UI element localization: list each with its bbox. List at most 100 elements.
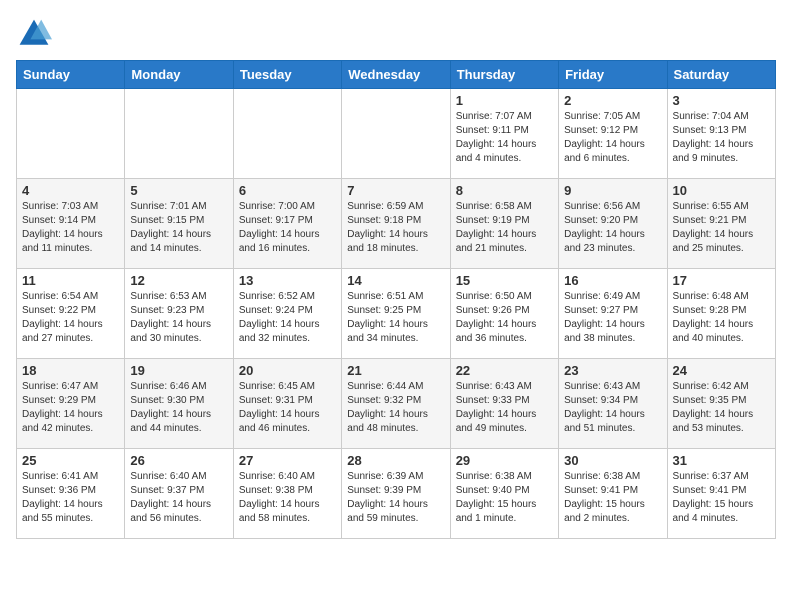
day-number: 17 [673,273,770,288]
day-info: Sunrise: 6:38 AM Sunset: 9:40 PM Dayligh… [456,470,553,526]
day-info: Sunrise: 6:40 AM Sunset: 9:38 PM Dayligh… [239,470,336,526]
calendar-cell: 15 Sunrise: 6:50 AM Sunset: 9:26 PM Dayli… [450,269,558,359]
day-info: Sunrise: 6:45 AM Sunset: 9:31 PM Dayligh… [239,380,336,436]
day-number: 7 [347,183,444,198]
calendar-cell [125,89,233,179]
day-number: 30 [564,453,661,468]
calendar-cell: 28 Sunrise: 6:39 AM Sunset: 9:39 PM Dayli… [342,449,450,539]
day-info: Sunrise: 6:53 AM Sunset: 9:23 PM Dayligh… [130,290,227,346]
calendar-cell: 2 Sunrise: 7:05 AM Sunset: 9:12 PM Daylig… [559,89,667,179]
page-header [16,16,776,52]
calendar-week-row: 18 Sunrise: 6:47 AM Sunset: 9:29 PM Dayli… [17,359,776,449]
calendar-cell: 7Sunrise: 6:59 AM Sunset: 9:18 PM Daylig… [342,179,450,269]
day-info: Sunrise: 6:43 AM Sunset: 9:34 PM Dayligh… [564,380,661,436]
day-number: 15 [456,273,553,288]
day-number: 6 [239,183,336,198]
calendar-cell [342,89,450,179]
day-info: Sunrise: 6:55 AM Sunset: 9:21 PM Dayligh… [673,200,770,256]
day-info: Sunrise: 7:03 AM Sunset: 9:14 PM Dayligh… [22,200,119,256]
day-info: Sunrise: 7:07 AM Sunset: 9:11 PM Dayligh… [456,110,553,166]
day-info: Sunrise: 6:58 AM Sunset: 9:19 PM Dayligh… [456,200,553,256]
day-number: 8 [456,183,553,198]
day-number: 31 [673,453,770,468]
day-number: 28 [347,453,444,468]
calendar-header-row: SundayMondayTuesdayWednesdayThursdayFrid… [17,61,776,89]
calendar-cell: 14Sunrise: 6:51 AM Sunset: 9:25 PM Dayli… [342,269,450,359]
calendar-week-row: 1 Sunrise: 7:07 AM Sunset: 9:11 PM Daylig… [17,89,776,179]
calendar-cell: 31 Sunrise: 6:37 AM Sunset: 9:41 PM Dayli… [667,449,775,539]
day-number: 29 [456,453,553,468]
day-number: 24 [673,363,770,378]
day-info: Sunrise: 6:52 AM Sunset: 9:24 PM Dayligh… [239,290,336,346]
calendar-cell: 16 Sunrise: 6:49 AM Sunset: 9:27 PM Dayli… [559,269,667,359]
day-number: 13 [239,273,336,288]
calendar-cell: 5Sunrise: 7:01 AM Sunset: 9:15 PM Daylig… [125,179,233,269]
calendar-cell: 9 Sunrise: 6:56 AM Sunset: 9:20 PM Daylig… [559,179,667,269]
calendar-cell [17,89,125,179]
day-number: 20 [239,363,336,378]
day-info: Sunrise: 6:42 AM Sunset: 9:35 PM Dayligh… [673,380,770,436]
calendar-cell: 6 Sunrise: 7:00 AM Sunset: 9:17 PM Daylig… [233,179,341,269]
calendar-cell: 17 Sunrise: 6:48 AM Sunset: 9:28 PM Dayli… [667,269,775,359]
day-info: Sunrise: 7:05 AM Sunset: 9:12 PM Dayligh… [564,110,661,166]
day-of-week-header: Monday [125,61,233,89]
calendar-cell: 4 Sunrise: 7:03 AM Sunset: 9:14 PM Daylig… [17,179,125,269]
calendar-cell: 8 Sunrise: 6:58 AM Sunset: 9:19 PM Daylig… [450,179,558,269]
calendar-cell: 10 Sunrise: 6:55 AM Sunset: 9:21 PM Dayli… [667,179,775,269]
day-number: 23 [564,363,661,378]
day-info: Sunrise: 6:56 AM Sunset: 9:20 PM Dayligh… [564,200,661,256]
day-number: 27 [239,453,336,468]
calendar-cell: 19 Sunrise: 6:46 AM Sunset: 9:30 PM Dayli… [125,359,233,449]
day-info: Sunrise: 6:39 AM Sunset: 9:39 PM Dayligh… [347,470,444,526]
day-number: 18 [22,363,119,378]
day-number: 22 [456,363,553,378]
calendar-cell: 1 Sunrise: 7:07 AM Sunset: 9:11 PM Daylig… [450,89,558,179]
day-info: Sunrise: 6:40 AM Sunset: 9:37 PM Dayligh… [130,470,227,526]
calendar-week-row: 11 Sunrise: 6:54 AM Sunset: 9:22 PM Dayli… [17,269,776,359]
day-info: Sunrise: 6:51 AM Sunset: 9:25 PM Dayligh… [347,290,444,346]
day-info: Sunrise: 6:54 AM Sunset: 9:22 PM Dayligh… [22,290,119,346]
day-number: 10 [673,183,770,198]
day-number: 12 [130,273,227,288]
day-number: 25 [22,453,119,468]
day-info: Sunrise: 6:38 AM Sunset: 9:41 PM Dayligh… [564,470,661,526]
calendar-table: SundayMondayTuesdayWednesdayThursdayFrid… [16,60,776,539]
day-info: Sunrise: 6:41 AM Sunset: 9:36 PM Dayligh… [22,470,119,526]
day-info: Sunrise: 6:43 AM Sunset: 9:33 PM Dayligh… [456,380,553,436]
logo [16,16,56,52]
calendar-cell: 22 Sunrise: 6:43 AM Sunset: 9:33 PM Dayli… [450,359,558,449]
calendar-cell: 23 Sunrise: 6:43 AM Sunset: 9:34 PM Dayli… [559,359,667,449]
day-number: 21 [347,363,444,378]
day-of-week-header: Sunday [17,61,125,89]
calendar-cell [233,89,341,179]
day-number: 9 [564,183,661,198]
calendar-cell: 21 Sunrise: 6:44 AM Sunset: 9:32 PM Dayli… [342,359,450,449]
calendar-cell: 24 Sunrise: 6:42 AM Sunset: 9:35 PM Dayli… [667,359,775,449]
day-info: Sunrise: 6:49 AM Sunset: 9:27 PM Dayligh… [564,290,661,346]
day-info: Sunrise: 6:46 AM Sunset: 9:30 PM Dayligh… [130,380,227,436]
day-info: Sunrise: 6:48 AM Sunset: 9:28 PM Dayligh… [673,290,770,346]
day-number: 2 [564,93,661,108]
day-info: Sunrise: 6:37 AM Sunset: 9:41 PM Dayligh… [673,470,770,526]
calendar-cell: 25 Sunrise: 6:41 AM Sunset: 9:36 PM Dayli… [17,449,125,539]
day-number: 3 [673,93,770,108]
day-number: 11 [22,273,119,288]
day-number: 4 [22,183,119,198]
calendar-cell: 20 Sunrise: 6:45 AM Sunset: 9:31 PM Dayli… [233,359,341,449]
calendar-week-row: 25 Sunrise: 6:41 AM Sunset: 9:36 PM Dayli… [17,449,776,539]
calendar-cell: 29 Sunrise: 6:38 AM Sunset: 9:40 PM Dayli… [450,449,558,539]
day-number: 1 [456,93,553,108]
day-of-week-header: Friday [559,61,667,89]
day-number: 19 [130,363,227,378]
day-info: Sunrise: 6:44 AM Sunset: 9:32 PM Dayligh… [347,380,444,436]
day-number: 26 [130,453,227,468]
day-info: Sunrise: 7:00 AM Sunset: 9:17 PM Dayligh… [239,200,336,256]
day-of-week-header: Tuesday [233,61,341,89]
day-info: Sunrise: 6:47 AM Sunset: 9:29 PM Dayligh… [22,380,119,436]
day-number: 16 [564,273,661,288]
logo-icon [16,16,52,52]
calendar-cell: 3 Sunrise: 7:04 AM Sunset: 9:13 PM Daylig… [667,89,775,179]
day-info: Sunrise: 7:04 AM Sunset: 9:13 PM Dayligh… [673,110,770,166]
day-info: Sunrise: 6:50 AM Sunset: 9:26 PM Dayligh… [456,290,553,346]
day-of-week-header: Wednesday [342,61,450,89]
